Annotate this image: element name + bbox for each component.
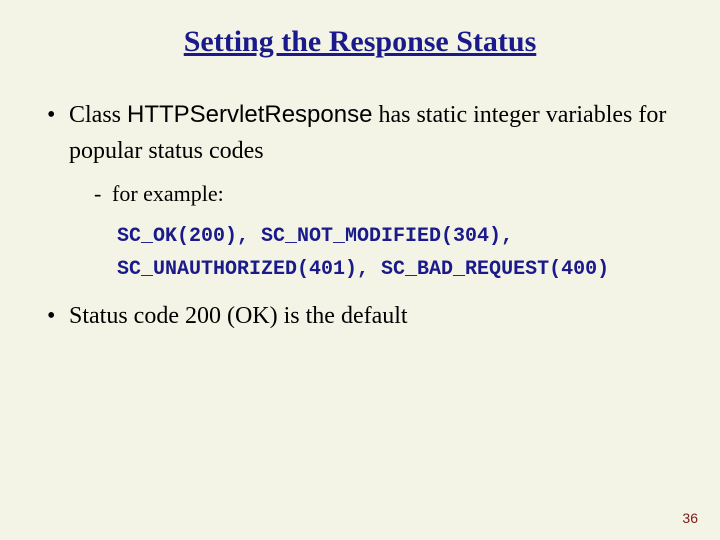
class-name: HTTPServletResponse <box>127 101 372 128</box>
bullet-item-1: Class HTTPServletResponse has static int… <box>45 97 685 286</box>
bullet-item-2: Status code 200 (OK) is the default <box>45 298 685 334</box>
code-line-1: SC_OK(200), SC_NOT_MODIFIED(304), <box>117 220 685 253</box>
bullet-1-pre: Class <box>69 102 127 128</box>
page-number: 36 <box>682 510 698 526</box>
sub-list: for example: <box>69 177 685 210</box>
sub-item-example: for example: <box>94 177 685 210</box>
code-block: SC_OK(200), SC_NOT_MODIFIED(304), SC_UNA… <box>69 220 685 286</box>
slide-container: Setting the Response Status Class HTTPSe… <box>0 0 720 540</box>
slide-title: Setting the Response Status <box>35 25 685 59</box>
code-line-2: SC_UNAUTHORIZED(401), SC_BAD_REQUEST(400… <box>117 253 685 286</box>
bullet-list: Class HTTPServletResponse has static int… <box>35 97 685 334</box>
